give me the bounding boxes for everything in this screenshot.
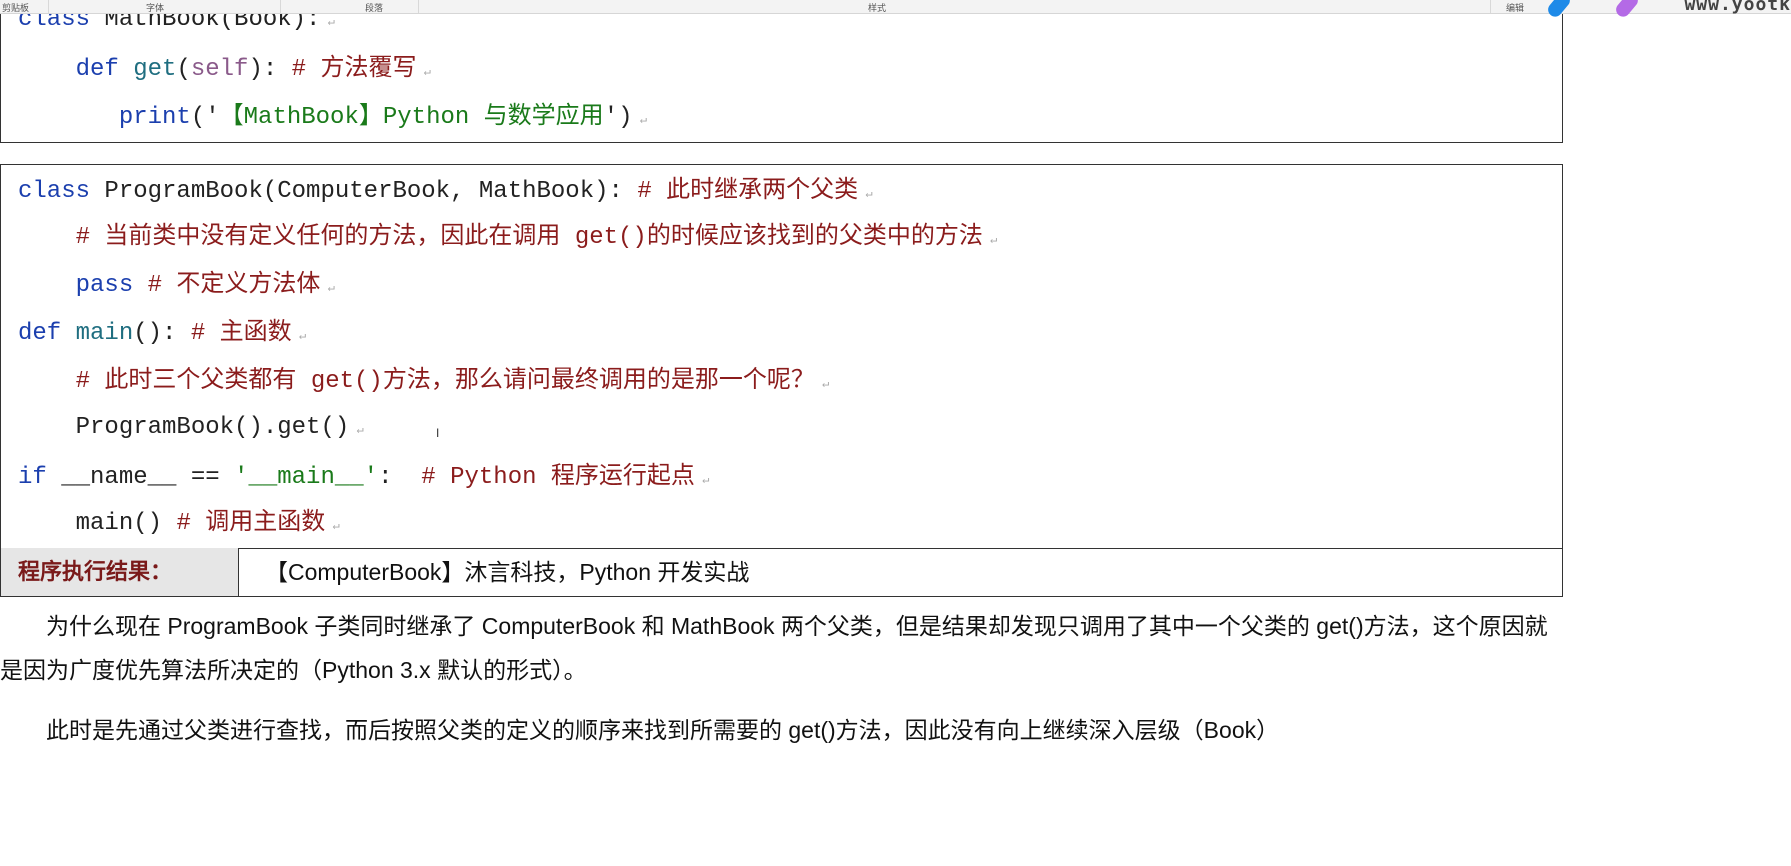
- code-token-self: self: [190, 56, 249, 83]
- code-line: class ProgramBook(ComputerBook, MathBook…: [18, 177, 873, 209]
- paragraph-mark-icon: ↵: [694, 473, 710, 487]
- code-token-pl: :: [378, 464, 422, 491]
- code-token-pl: '): [603, 104, 633, 131]
- result-label: 程序执行结果：: [1, 548, 239, 596]
- code-line: ProgramBook().get() ↵: [18, 413, 364, 445]
- paragraph-mark-icon: ↵: [325, 519, 340, 533]
- code-token-pl: (': [190, 104, 220, 131]
- code-token-cm: # Python 程序运行起点: [421, 464, 695, 491]
- code-token-fn: main: [75, 320, 134, 347]
- code-token-str: '__main__': [234, 464, 379, 491]
- ribbon-group-editing[interactable]: 编辑: [1506, 1, 1524, 14]
- code-token-cm: # 此时继承两个父类: [637, 178, 859, 205]
- code-token-kw: def: [18, 320, 76, 347]
- code-token-kw: def: [18, 56, 134, 83]
- paragraph-mark-icon: ↵: [814, 377, 830, 391]
- code-line: if __name__ == '__main__': # Python 程序运行…: [18, 463, 709, 495]
- code-line: print('【MathBook】Python 与数学应用') ↵: [18, 103, 647, 135]
- code-token-cm: # 不定义方法体: [147, 272, 321, 299]
- code-token-pl: (: [176, 56, 191, 83]
- code-token-cm: # 调用主函数: [176, 510, 326, 537]
- code-line: main() # 调用主函数 ↵: [18, 509, 340, 541]
- code-token-cm: # 当前类中没有定义任何的方法，因此在调用 get()的时候应该找到的父类中的方…: [18, 224, 983, 251]
- code-token-pl: ):: [248, 56, 292, 83]
- paragraph-mark-icon: ↵: [320, 15, 335, 29]
- code-block-mathbook: class MathBook(Book): ↵ def get(self): #…: [0, 0, 1563, 143]
- code-token-pl: ProgramBook().get(): [18, 414, 350, 441]
- paragraph-mark-icon: ↵: [982, 233, 998, 247]
- code-line: pass # 不定义方法体 ↵: [18, 271, 335, 303]
- code-token-pl: __name__ ==: [61, 464, 235, 491]
- code-line: # 当前类中没有定义任何的方法，因此在调用 get()的时候应该找到的父类中的方…: [18, 223, 998, 255]
- code-token-kw: pass: [18, 272, 148, 299]
- code-token-pl: ():: [133, 320, 191, 347]
- paragraph-mark-icon: ↵: [349, 423, 364, 437]
- code-line: # 此时三个父类都有 get()方法，那么请问最终调用的是那一个呢？ ↵: [18, 367, 830, 399]
- paragraph-mark-icon: ↵: [320, 281, 335, 295]
- code-token-str: 【MathBook】Python 与数学应用: [219, 104, 604, 131]
- code-block-programbook: class ProgramBook(ComputerBook, MathBook…: [0, 164, 1563, 549]
- ribbon: 剪贴板 字体 段落 样式 编辑 www.yootk: [0, 0, 1791, 20]
- code-token-kw: class: [18, 178, 105, 205]
- code-token-fn: get: [133, 56, 177, 83]
- code-token-kw: if: [18, 464, 62, 491]
- code-token-kw: print: [18, 104, 191, 131]
- paragraph-2: 此时是先通过父类进行查找，而后按照父类的定义的顺序来找到所需要的 get()方法…: [0, 717, 1280, 743]
- paragraph-mark-icon: ↵: [291, 329, 307, 343]
- code-token-pl: ProgramBook(ComputerBook, MathBook):: [104, 178, 638, 205]
- ribbon-group-styles[interactable]: 样式: [868, 1, 886, 14]
- watermark: www.yootk: [1684, 0, 1791, 15]
- text-cursor-icon: I: [436, 426, 440, 440]
- code-token-cm: # 此时三个父类都有 get()方法，那么请问最终调用的是那一个呢？: [18, 368, 815, 395]
- paragraph-mark-icon: ↵: [416, 65, 431, 79]
- paragraph-1: 为什么现在 ProgramBook 子类同时继承了 ComputerBook 和…: [0, 613, 1548, 683]
- result-value: 【ComputerBook】沐言科技，Python 开发实战: [265, 559, 750, 585]
- ribbon-group-clipboard[interactable]: 剪贴板: [2, 1, 29, 14]
- code-line: def get(self): # 方法覆写 ↵: [18, 55, 431, 87]
- logo-icon-2: [1613, 0, 1641, 20]
- code-line: def main(): # 主函数 ↵: [18, 319, 306, 351]
- paragraph-mark-icon: ↵: [858, 187, 873, 201]
- ribbon-group-font[interactable]: 字体: [146, 1, 164, 14]
- code-token-cm: # 主函数: [190, 320, 292, 347]
- paragraph-mark-icon: ↵: [632, 113, 647, 127]
- ribbon-group-paragraph[interactable]: 段落: [365, 1, 383, 14]
- result-row: 程序执行结果： 【ComputerBook】沐言科技，Python 开发实战: [0, 548, 1563, 597]
- code-token-pl: main(): [18, 510, 177, 537]
- code-token-cm: # 方法覆写: [291, 56, 417, 83]
